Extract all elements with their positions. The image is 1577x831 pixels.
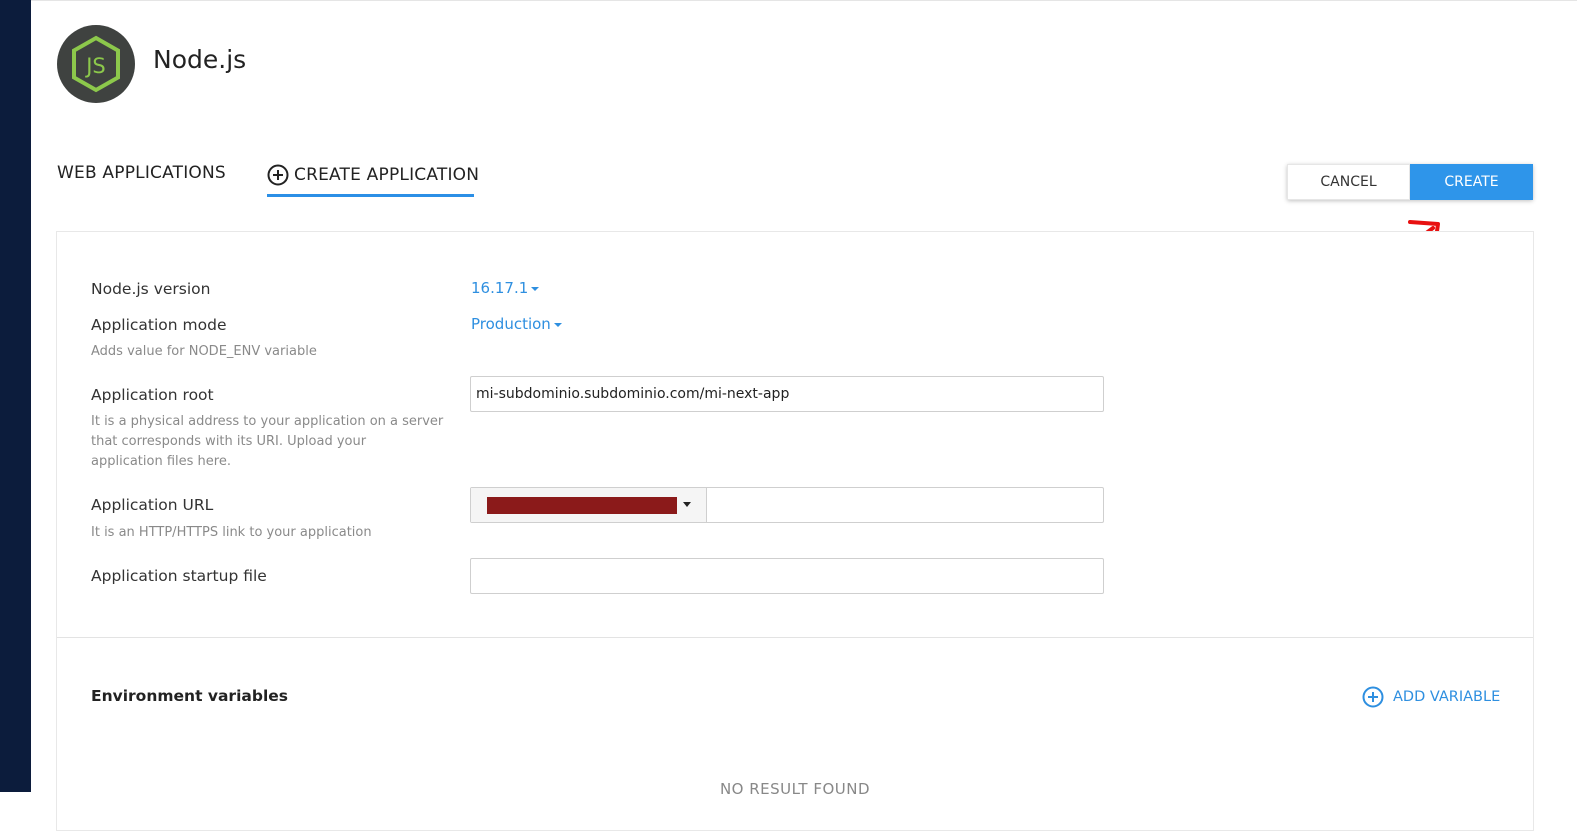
application-root-input[interactable]: mi-subdominio.subdominio.com/mi-next-app [470, 376, 1104, 412]
top-divider [31, 0, 1577, 1]
application-url-field [470, 487, 1104, 523]
application-root-hint: It is a physical address to your applica… [91, 412, 443, 472]
svg-text:JS: JS [84, 54, 106, 78]
add-variable-label: ADD VARIABLE [1393, 689, 1501, 705]
application-url-label: Application URL [91, 496, 214, 514]
create-button[interactable]: CREATE [1410, 164, 1533, 200]
application-root-label: Application root [91, 386, 214, 404]
application-root-hint-line: It is a physical address to your applica… [91, 414, 444, 429]
redacted-domain [487, 496, 677, 514]
tab-create-label: CREATE APPLICATION [294, 165, 480, 185]
plus-circle-icon [267, 164, 289, 186]
cancel-button[interactable]: CANCEL [1287, 164, 1410, 200]
nodejs-version-value: 16.17.1 [471, 279, 529, 297]
plus-circle-icon [1362, 686, 1384, 708]
domain-select[interactable] [471, 488, 707, 522]
tab-create-application[interactable]: CREATE APPLICATION [267, 163, 479, 187]
caret-down-icon [553, 323, 562, 327]
application-mode-label: Application mode [91, 316, 227, 334]
section-divider [57, 637, 1533, 638]
nodejs-version-label: Node.js version [91, 280, 211, 298]
application-root-hint-line: application files here. [91, 454, 231, 469]
form-actions: CANCEL CREATE [1287, 164, 1533, 200]
create-application-form: Node.js version 16.17.1 Application mode… [56, 231, 1534, 831]
nodejs-version-dropdown[interactable]: 16.17.1 [471, 279, 540, 297]
environment-variables-heading: Environment variables [91, 687, 288, 705]
caret-down-icon [683, 502, 691, 507]
application-url-path-input[interactable] [707, 488, 1103, 522]
application-url-hint: It is an HTTP/HTTPS link to your applica… [91, 525, 372, 540]
application-mode-dropdown[interactable]: Production [471, 315, 562, 333]
startup-file-input[interactable] [470, 558, 1104, 594]
page-title: Node.js [153, 45, 247, 74]
startup-file-label: Application startup file [91, 567, 267, 585]
add-variable-button[interactable]: ADD VARIABLE [1362, 686, 1500, 708]
active-tab-indicator [267, 194, 474, 197]
caret-down-icon [531, 287, 540, 291]
application-mode-value: Production [471, 315, 551, 333]
application-root-hint-line: that corresponds with its URI. Upload yo… [91, 434, 367, 449]
tab-web-applications[interactable]: WEB APPLICATIONS [57, 163, 226, 183]
application-mode-hint: Adds value for NODE_ENV variable [91, 344, 317, 359]
empty-state-text: NO RESULT FOUND [719, 780, 871, 798]
left-sidebar [0, 0, 31, 792]
nodejs-logo-icon: JS [57, 25, 135, 103]
